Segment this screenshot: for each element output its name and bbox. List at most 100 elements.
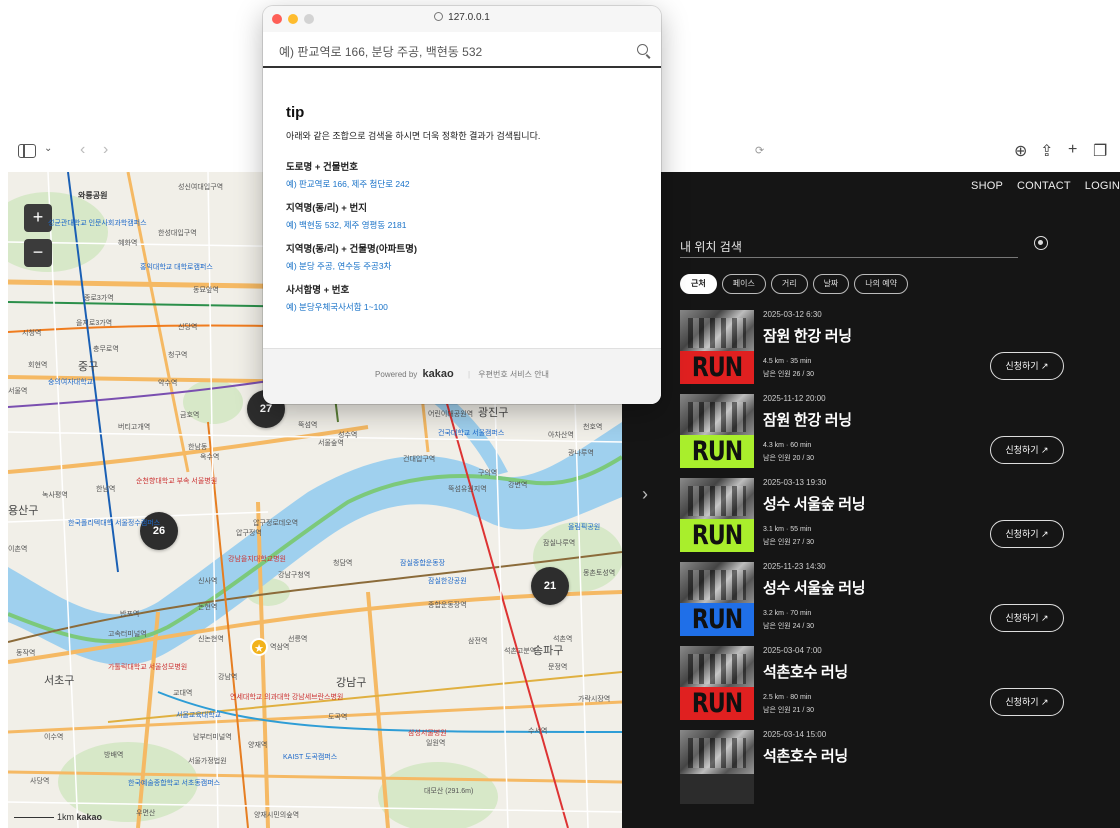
map-label: 신사역 [198, 578, 218, 585]
filter-date[interactable]: 날짜 [812, 274, 850, 294]
map-label: 반포역 [120, 611, 140, 618]
map-label: 숭의여자대학교 [48, 379, 94, 386]
map-label: 몽촌토성역 [583, 570, 616, 577]
powered-by-label: Powered by [375, 370, 418, 379]
run-title: 성수 서울숲 러닝 [763, 496, 866, 513]
map-label: 양재역 [248, 742, 268, 749]
map-label: 성균관대학교 인문사회과학캠퍼스 [48, 220, 147, 227]
filter-pace[interactable]: 페이스 [721, 274, 766, 294]
download-icon[interactable]: ⊕ [1014, 141, 1027, 161]
map-label: 강남구 [336, 677, 367, 689]
nav-shop[interactable]: SHOP [971, 180, 1003, 192]
apply-button[interactable]: 신청하기 ↗ [990, 604, 1064, 632]
filter-distance[interactable]: 거리 [770, 274, 808, 294]
tip-example: 예) 분당우체국사서함 1~100 [286, 302, 388, 312]
map-label: 사당역 [30, 778, 50, 785]
new-tab-icon[interactable]: + [1068, 141, 1077, 159]
map-label: 양재시민의숲역 [254, 812, 300, 819]
map-label: 수서역 [528, 728, 548, 735]
map-label: 금호역 [180, 412, 200, 419]
back-icon[interactable]: ‹ [80, 141, 85, 159]
map-brand: kakao [76, 812, 103, 822]
map-label: 아차산역 [548, 432, 574, 439]
map-label: 잠실나루역 [543, 540, 576, 547]
postcode-service-link[interactable]: 우편번호 서비스 안내 [478, 370, 549, 379]
map-label: 한남동 [188, 444, 208, 451]
map-label: 시청역 [22, 330, 42, 337]
search-icon[interactable] [637, 44, 648, 55]
filter-nearby[interactable]: 근처 [680, 274, 717, 294]
map-label: 버티고개역 [118, 424, 151, 431]
map-label: 광진구 [478, 407, 509, 419]
run-item[interactable]: RUN ON 2025-03-13 19:30 성수 서울숲 러닝 3.1 km… [680, 478, 1064, 562]
apply-button[interactable]: 신청하기 ↗ [990, 688, 1064, 716]
run-meta: 2.5 km · 80 min [763, 694, 812, 701]
popup-footer: Powered by kakao | 우편번호 서비스 안내 [263, 348, 661, 404]
map-label: 홍익대학교 대학로캠퍼스 [140, 264, 213, 271]
map-cluster-marker[interactable]: 21 [531, 567, 569, 605]
run-date: 2025-03-13 19:30 [763, 478, 827, 487]
run-meta: 3.1 km · 55 min [763, 526, 812, 533]
share-icon[interactable]: ⇪ [1040, 141, 1053, 161]
run-title: 성수 서울숲 러닝 [763, 580, 866, 597]
map-label: 회현역 [28, 362, 48, 369]
map-label: 용산구 [8, 505, 39, 517]
apply-button[interactable]: 신청하기 ↗ [990, 520, 1064, 548]
run-remaining: 남은 인원 21 / 30 [763, 707, 815, 714]
filter-my-reservations[interactable]: 나의 예약 [854, 274, 908, 294]
run-meta: 4.5 km · 35 min [763, 358, 812, 365]
chevron-down-icon[interactable]: ⌄ [44, 143, 52, 154]
sidebar-toggle-icon[interactable] [18, 144, 36, 158]
map-label: 약수역 [158, 380, 178, 387]
tip-heading: 지역명(동/리) + 건물명(아파트명) [286, 244, 418, 255]
map-label: 어린이대공원역 [428, 411, 474, 418]
map-label: 남부터미널역 [193, 734, 232, 741]
address-search-input[interactable]: 예) 판교역로 166, 분당 주공, 백현동 532 [263, 32, 661, 68]
run-item[interactable]: 2025-03-14 15:00 석촌호수 러닝 [680, 730, 1064, 814]
zoom-out-button[interactable]: − [24, 239, 52, 267]
run-date: 2025-11-12 20:00 [763, 394, 826, 403]
map-label: 강남역 [218, 674, 238, 681]
nav-login[interactable]: LOGIN [1085, 180, 1120, 192]
run-item[interactable]: RUN ON 2025-11-12 20:00 잠원 한강 러닝 4.3 km … [680, 394, 1064, 478]
map-label: 압구정로데오역 [253, 520, 299, 527]
apply-button[interactable]: 신청하기 ↗ [990, 436, 1064, 464]
map-label: 한성대입구역 [158, 230, 197, 237]
popup-titlebar: 127.0.0.1 [263, 6, 661, 32]
map-label: 종로3가역 [84, 295, 114, 302]
run-list: RUN ON 2025-03-12 6:30 잠원 한강 러닝 4.5 km ·… [680, 310, 1064, 814]
tabs-icon[interactable]: ❐ [1093, 141, 1107, 161]
forward-icon[interactable]: › [103, 141, 108, 159]
tip-example: 예) 판교역로 166, 제주 첨단로 242 [286, 179, 410, 189]
map-label: 서울숲역 [318, 440, 344, 447]
map-label: KAIST 도곡캠퍼스 [283, 754, 338, 761]
run-item[interactable]: RUN ON 2025-03-04 7:00 석촌호수 러닝 2.5 km · … [680, 646, 1064, 730]
run-item[interactable]: RUN ON 2025-11-23 14:30 성수 서울숲 러닝 3.2 km… [680, 562, 1064, 646]
run-title: 석촌호수 러닝 [763, 748, 848, 765]
map-label: 뚝섬유원지역 [448, 486, 487, 493]
nav-contact[interactable]: CONTACT [1017, 180, 1071, 192]
chevron-right-icon[interactable]: › [642, 484, 648, 505]
popup-url: 127.0.0.1 [263, 12, 661, 23]
map-label: 연세대학교 의과대학 강남세브란스병원 [230, 694, 344, 701]
current-location-icon[interactable] [1034, 236, 1048, 250]
map-label: 서울교육대학교 [176, 712, 222, 719]
map-label: 문정역 [548, 664, 568, 671]
apply-button[interactable]: 신청하기 ↗ [990, 352, 1064, 380]
location-search-input[interactable]: 내 위치 검색 [680, 234, 1018, 258]
map-label: 건국대학교 서울캠퍼스 [438, 430, 505, 437]
run-thumbnail: RUN ON [680, 394, 754, 468]
run-date: 2025-03-14 15:00 [763, 730, 827, 739]
map-label: 우면산 [136, 810, 156, 817]
favorite-star-icon[interactable]: ★ [250, 638, 268, 656]
tip-example: 예) 분당 주공, 연수동 주공3차 [286, 261, 392, 271]
map-label: 강남을지대학교병원 [228, 556, 286, 563]
run-thumbnail: RUN ON [680, 478, 754, 552]
map-label: 서울가정법원 [188, 758, 227, 765]
run-item[interactable]: RUN ON 2025-03-12 6:30 잠원 한강 러닝 4.5 km ·… [680, 310, 1064, 394]
map-label: 대모산 (291.6m) [424, 788, 474, 795]
translate-icon[interactable]: ⟳ [755, 144, 764, 157]
map-label: 삼성서울병원 [408, 730, 447, 737]
tip-heading: 사서함명 + 번호 [286, 285, 350, 296]
map-label: 청담역 [333, 560, 353, 567]
